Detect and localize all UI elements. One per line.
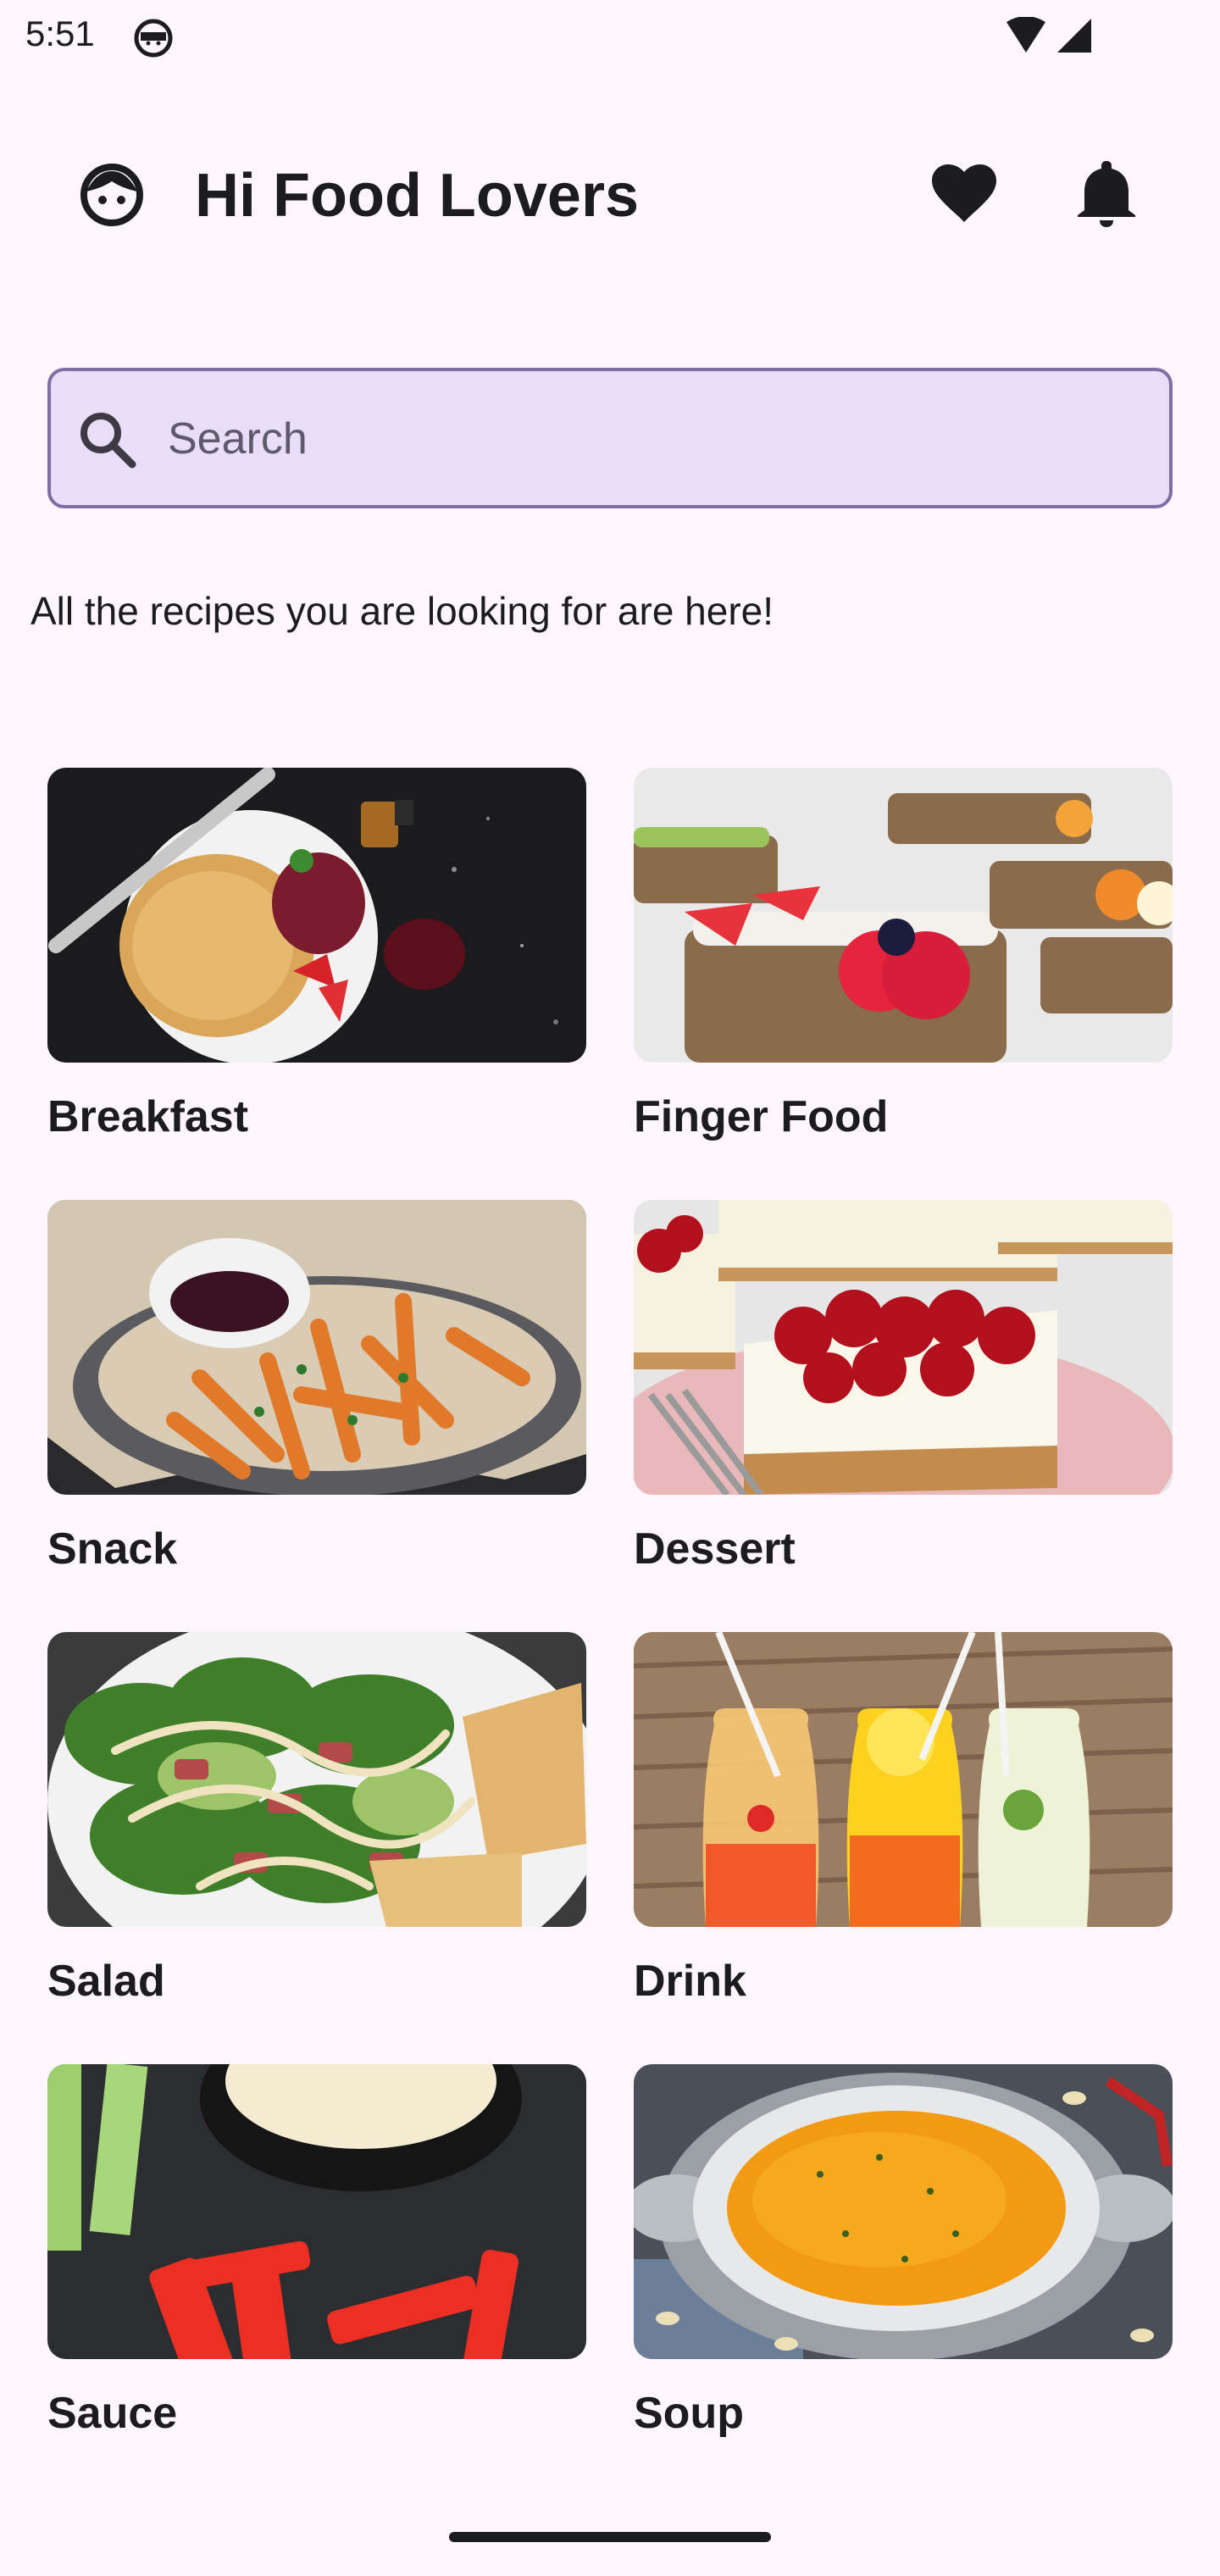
tagline: All the recipes you are looking for are … xyxy=(30,589,774,633)
category-card-drink[interactable]: Drink xyxy=(634,1632,1173,2064)
category-label: Finger Food xyxy=(634,1092,889,1141)
search-bar[interactable] xyxy=(47,368,1173,508)
signal-icon xyxy=(1057,19,1091,53)
status-bar: 5:51 xyxy=(0,0,1220,78)
category-label: Snack xyxy=(47,1524,178,1574)
heart-icon[interactable] xyxy=(929,159,1000,230)
search-icon xyxy=(80,413,136,469)
wifi-icon xyxy=(1006,17,1045,53)
app-header: Hi Food Lovers xyxy=(0,153,1220,237)
category-card-sauce[interactable]: Sauce xyxy=(47,2064,586,2496)
breakfast-image xyxy=(47,768,586,1063)
search-input[interactable] xyxy=(168,397,1134,481)
category-card-dessert[interactable]: Dessert xyxy=(634,1200,1173,1632)
finger-food-image xyxy=(634,768,1173,1063)
page-title: Hi Food Lovers xyxy=(195,162,640,230)
drink-image xyxy=(634,1632,1173,1927)
category-label: Breakfast xyxy=(47,1092,249,1141)
app-notification-icon xyxy=(134,19,173,58)
snack-image xyxy=(47,1200,586,1495)
category-card-soup[interactable]: Soup xyxy=(634,2064,1173,2496)
dessert-image xyxy=(634,1200,1173,1495)
status-time: 5:51 xyxy=(25,14,95,53)
salad-image xyxy=(47,1632,586,1927)
face-icon[interactable] xyxy=(80,163,144,227)
category-card-snack[interactable]: Snack xyxy=(47,1200,586,1632)
bell-icon[interactable] xyxy=(1071,159,1142,230)
category-label: Drink xyxy=(634,1957,746,2006)
sauce-image xyxy=(47,2064,586,2359)
category-label: Sauce xyxy=(47,2389,178,2438)
category-label: Salad xyxy=(47,1957,165,2006)
soup-image xyxy=(634,2064,1173,2359)
home-indicator[interactable] xyxy=(449,2532,771,2542)
category-card-finger-food[interactable]: Finger Food xyxy=(634,768,1173,1200)
category-grid: Breakfast Finger Food Snack Dessert Sala… xyxy=(47,768,1173,2496)
category-label: Dessert xyxy=(634,1524,796,1574)
category-card-salad[interactable]: Salad xyxy=(47,1632,586,2064)
category-card-breakfast[interactable]: Breakfast xyxy=(47,768,586,1200)
category-label: Soup xyxy=(634,2389,744,2438)
